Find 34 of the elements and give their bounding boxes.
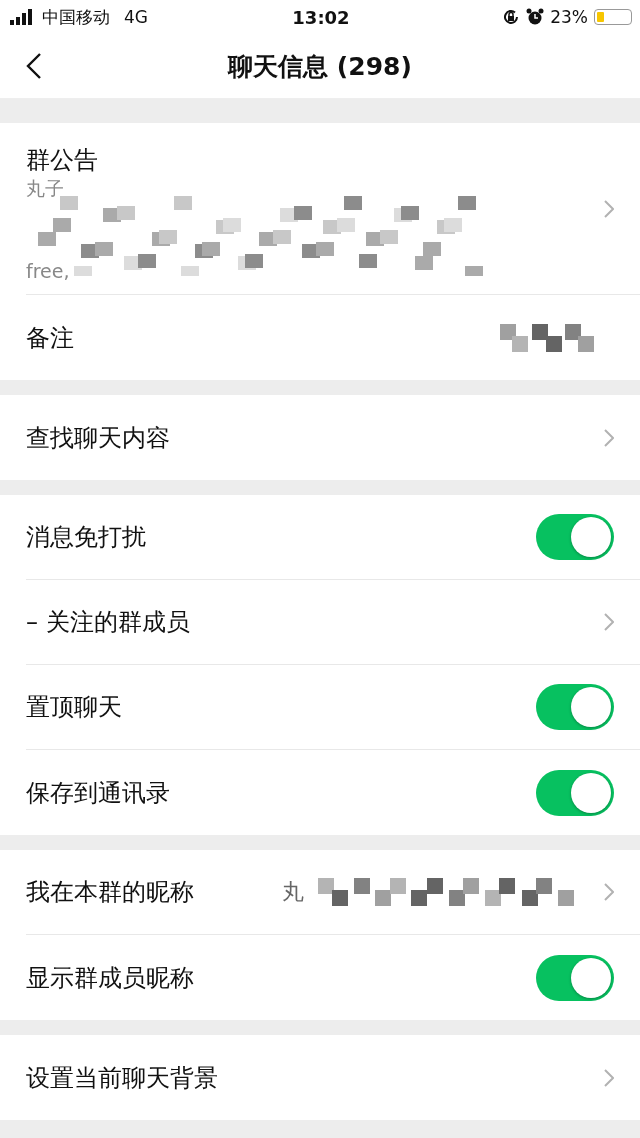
battery-icon bbox=[594, 9, 632, 25]
row-label: 显示群成员昵称 bbox=[26, 962, 194, 994]
battery-percent: 23% bbox=[550, 7, 588, 27]
network-type: 4G bbox=[124, 7, 148, 27]
toggle-switch[interactable] bbox=[536, 954, 614, 1001]
settings-row[interactable]: – 关注的群成员 bbox=[26, 580, 640, 665]
row-label: – 关注的群成员 bbox=[26, 607, 190, 638]
announcement-preview: free, bbox=[26, 259, 71, 282]
row-label: 查找聊天内容 bbox=[26, 422, 170, 454]
page-title: 聊天信息 (298) bbox=[228, 50, 412, 83]
rotation-lock-icon bbox=[502, 8, 521, 26]
settings-row[interactable]: 备注 bbox=[26, 295, 640, 380]
toggle-row[interactable]: 置顶聊天 bbox=[26, 665, 640, 750]
carrier-name: 中国移动 bbox=[42, 5, 110, 29]
row-label: 备注 bbox=[26, 322, 74, 354]
toggle-switch[interactable] bbox=[536, 684, 614, 730]
toggle-switch[interactable] bbox=[536, 769, 614, 816]
alarm-icon bbox=[526, 8, 545, 26]
announcement-preview: 丸子 bbox=[26, 175, 65, 201]
nickname-value: 丸 bbox=[282, 878, 304, 906]
toggle-row[interactable]: 显示群成员昵称 bbox=[26, 935, 640, 1020]
announcement-row[interactable]: 群公告 丸子 free, bbox=[26, 123, 640, 295]
row-label: 消息免打扰 bbox=[26, 522, 146, 553]
row-label: 我在本群的昵称 bbox=[26, 877, 194, 908]
row-label: 保存到通讯录 bbox=[26, 777, 170, 809]
toggle-row[interactable]: 保存到通讯录 bbox=[26, 750, 640, 835]
back-icon[interactable] bbox=[26, 52, 42, 80]
row-label: 群公告 bbox=[26, 144, 99, 176]
clock-time: 13:02 bbox=[292, 6, 350, 28]
toggle-switch[interactable] bbox=[536, 514, 614, 560]
toggle-row[interactable]: 消息免打扰 bbox=[26, 495, 640, 580]
row-label: 置顶聊天 bbox=[26, 692, 122, 723]
row-label: 设置当前聊天背景 bbox=[26, 1062, 218, 1094]
settings-row[interactable]: 我在本群的昵称 丸 bbox=[26, 850, 640, 935]
